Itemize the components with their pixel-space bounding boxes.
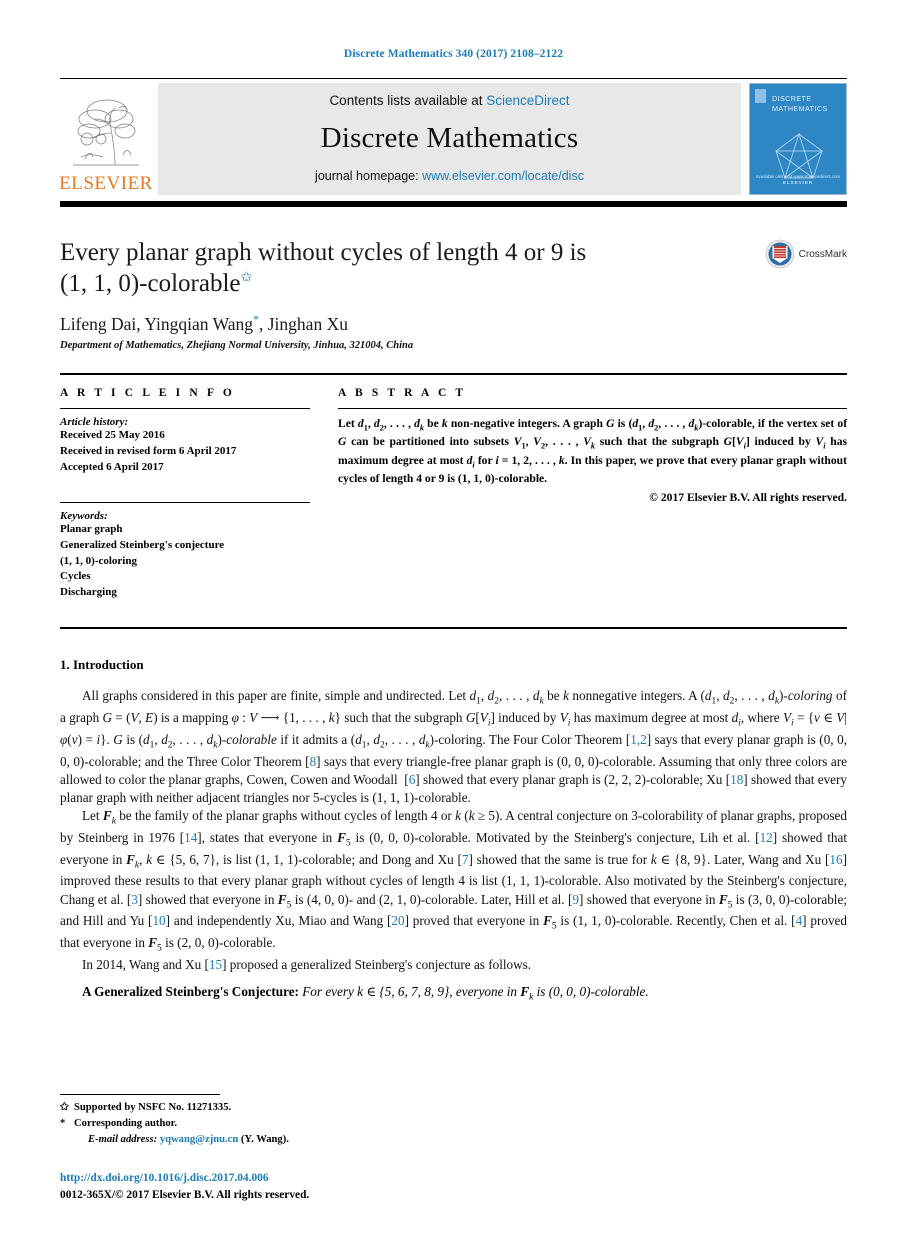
masthead-top-rule [60, 78, 847, 79]
article-info-rule [60, 407, 310, 409]
citation-link[interactable]: 15 [209, 957, 222, 972]
author-list: Lifeng Dai, Yingqian Wang*, Jinghan Xu [60, 312, 847, 335]
issn-copyright: 0012-365X/© 2017 Elsevier B.V. All right… [60, 1188, 310, 1201]
footnote-corresponding-mark: * [60, 1118, 66, 1130]
cover-publisher-badge [755, 89, 766, 103]
paper-page: Discrete Mathematics 340 (2017) 2108–212… [0, 0, 907, 1238]
abstract-column: A B S T R A C T Let d1, d2, . . . , dk b… [328, 387, 847, 602]
footnote-rule [60, 1094, 220, 1096]
journal-cover-thumbnail[interactable]: DISCRETE MATHEMATICS Available online at… [749, 83, 847, 195]
conjecture-text: For every k ∈ {5, 6, 7, 8, 9}, everyone … [302, 984, 649, 1003]
keyword-item: Planar graph [60, 522, 123, 535]
section-title: Introduction [73, 657, 144, 673]
journal-homepage-line: journal homepage: www.elsevier.com/locat… [315, 169, 584, 183]
citation-link[interactable]: 9 [572, 892, 579, 907]
running-head: Discrete Mathematics 340 (2017) 2108–212… [343, 48, 564, 60]
citation-link[interactable]: 18 [730, 772, 743, 787]
paragraph-1: All graphs considered in this paper are … [60, 688, 848, 806]
keyword-item: Cycles [60, 570, 91, 583]
footnote-funding-text: Supported by NSFC No. 11271335. [74, 1102, 232, 1114]
body-top-rule [60, 627, 847, 630]
abstract-rule [338, 407, 847, 409]
article-history-accepted: Accepted 6 April 2017 [60, 460, 164, 473]
paragraph-2: Let Fk be the family of the planar graph… [60, 808, 848, 954]
cover-title-text: DISCRETE MATHEMATICS [772, 94, 828, 113]
contents-available-line: Contents lists available at ScienceDirec… [329, 93, 569, 108]
keyword-item: (1, 1, 0)-coloring [60, 554, 137, 567]
footnote-email: E-mail address: yqwang@zjnu.cn (Y. Wang)… [60, 1132, 847, 1148]
sciencedirect-link[interactable]: ScienceDirect [486, 93, 569, 108]
journal-title: Discrete Mathematics [320, 122, 579, 154]
citation-link[interactable]: 6 [409, 772, 416, 787]
article-history-received: Received 25 May 2016 [60, 428, 165, 441]
body-text: All graphs considered in this paper are … [60, 687, 847, 1005]
elsevier-wordmark: ELSEVIER [59, 173, 153, 194]
crossmark-icon [765, 239, 794, 269]
affiliation: Department of Mathematics, Zhejiang Norm… [60, 339, 414, 351]
keyword-item: Discharging [60, 586, 117, 599]
journal-homepage-link[interactable]: www.elsevier.com/locate/disc [422, 169, 584, 183]
keywords-block: Keywords: Planar graph Generalized Stein… [60, 501, 310, 602]
doi-block: http://dx.doi.org/10.1016/j.disc.2017.04… [60, 1170, 309, 1204]
info-section-top-rule [60, 372, 847, 375]
citation-link[interactable]: 14 [184, 830, 197, 845]
masthead-bottom-rule [60, 201, 847, 207]
article-history-revised: Received in revised form 6 April 2017 [60, 444, 237, 457]
cover-footer-text: Available online at www.sciencedirect.co… [755, 173, 841, 186]
citation-link[interactable]: 8 [310, 754, 317, 769]
homepage-prefix: journal homepage: [315, 169, 423, 183]
keywords-label: Keywords: [60, 509, 108, 522]
crossmark-badge[interactable]: CrossMark [765, 239, 847, 269]
abstract-text: Let d1, d2, . . . , dk be k non-negative… [338, 416, 848, 486]
footnote-funding-mark: ✩ [60, 1102, 69, 1114]
email-address-suffix: (Y. Wang). [240, 1134, 289, 1146]
keyword-item: Generalized Steinberg's conjecture [60, 538, 225, 551]
footnote-block: ✩ Supported by NSFC No. 11271335. * Corr… [60, 1094, 847, 1148]
email-address-label: E-mail address: [88, 1134, 158, 1146]
article-history-label: Article history: [60, 415, 129, 428]
footnote-corresponding: * Corresponding author. [60, 1116, 847, 1132]
keywords-rule [60, 501, 310, 503]
cover-pentagram-icon [774, 132, 824, 180]
title-footnote-mark[interactable]: ✩ [240, 271, 252, 286]
conjecture-label: A Generalized Steinberg's Conjecture: [82, 984, 299, 1000]
citation-link[interactable]: 16 [829, 852, 842, 867]
article-info-heading: A R T I C L E I N F O [60, 386, 235, 399]
page-title: Every planar graph without cycles of len… [60, 237, 710, 299]
info-abstract-row: A R T I C L E I N F O Article history: R… [60, 387, 847, 602]
email-address-link[interactable]: yqwang@zjnu.cn [160, 1134, 238, 1145]
authors-post: , Jinghan Xu [259, 313, 348, 334]
citation-link[interactable]: 7 [462, 852, 469, 867]
title-line-2: (1, 1, 0)-colorable [60, 270, 241, 297]
title-block: CrossMark Every planar graph without cyc… [60, 237, 847, 351]
section-heading-introduction: 1. Introduction [60, 657, 847, 673]
citation-link[interactable]: 3 [131, 892, 138, 907]
citation-link[interactable]: 12 [760, 830, 773, 845]
abstract-heading: A B S T R A C T [338, 386, 467, 399]
elsevier-tree-icon [73, 99, 139, 166]
masthead-center-panel: Contents lists available at ScienceDirec… [158, 83, 741, 195]
abstract-copyright: © 2017 Elsevier B.V. All rights reserved… [649, 490, 847, 504]
generalized-conjecture: A Generalized Steinberg's Conjecture: Fo… [60, 983, 847, 1005]
doi-link[interactable]: http://dx.doi.org/10.1016/j.disc.2017.04… [60, 1170, 309, 1187]
citation-link[interactable]: 4 [796, 913, 803, 928]
footnote-funding: ✩ Supported by NSFC No. 11271335. [60, 1100, 847, 1116]
article-info-column: A R T I C L E I N F O Article history: R… [60, 387, 328, 602]
citation-link[interactable]: 1,2 [630, 732, 646, 747]
title-line-1: Every planar graph without cycles of len… [60, 239, 587, 266]
contents-prefix: Contents lists available at [329, 93, 487, 108]
citation-link[interactable]: 20 [391, 913, 404, 928]
section-number: 1. [60, 657, 70, 673]
journal-masthead: ELSEVIER Contents lists available at Sci… [59, 83, 847, 195]
citation-link[interactable]: 10 [152, 913, 165, 928]
authors-pre: Lifeng Dai, Yingqian Wang [60, 313, 253, 334]
elsevier-logo: ELSEVIER [59, 83, 153, 195]
paragraph-3: In 2014, Wang and Xu [15] proposed a gen… [82, 956, 532, 972]
crossmark-label: CrossMark [798, 248, 847, 260]
footnote-corresponding-text: Corresponding author. [74, 1118, 178, 1130]
